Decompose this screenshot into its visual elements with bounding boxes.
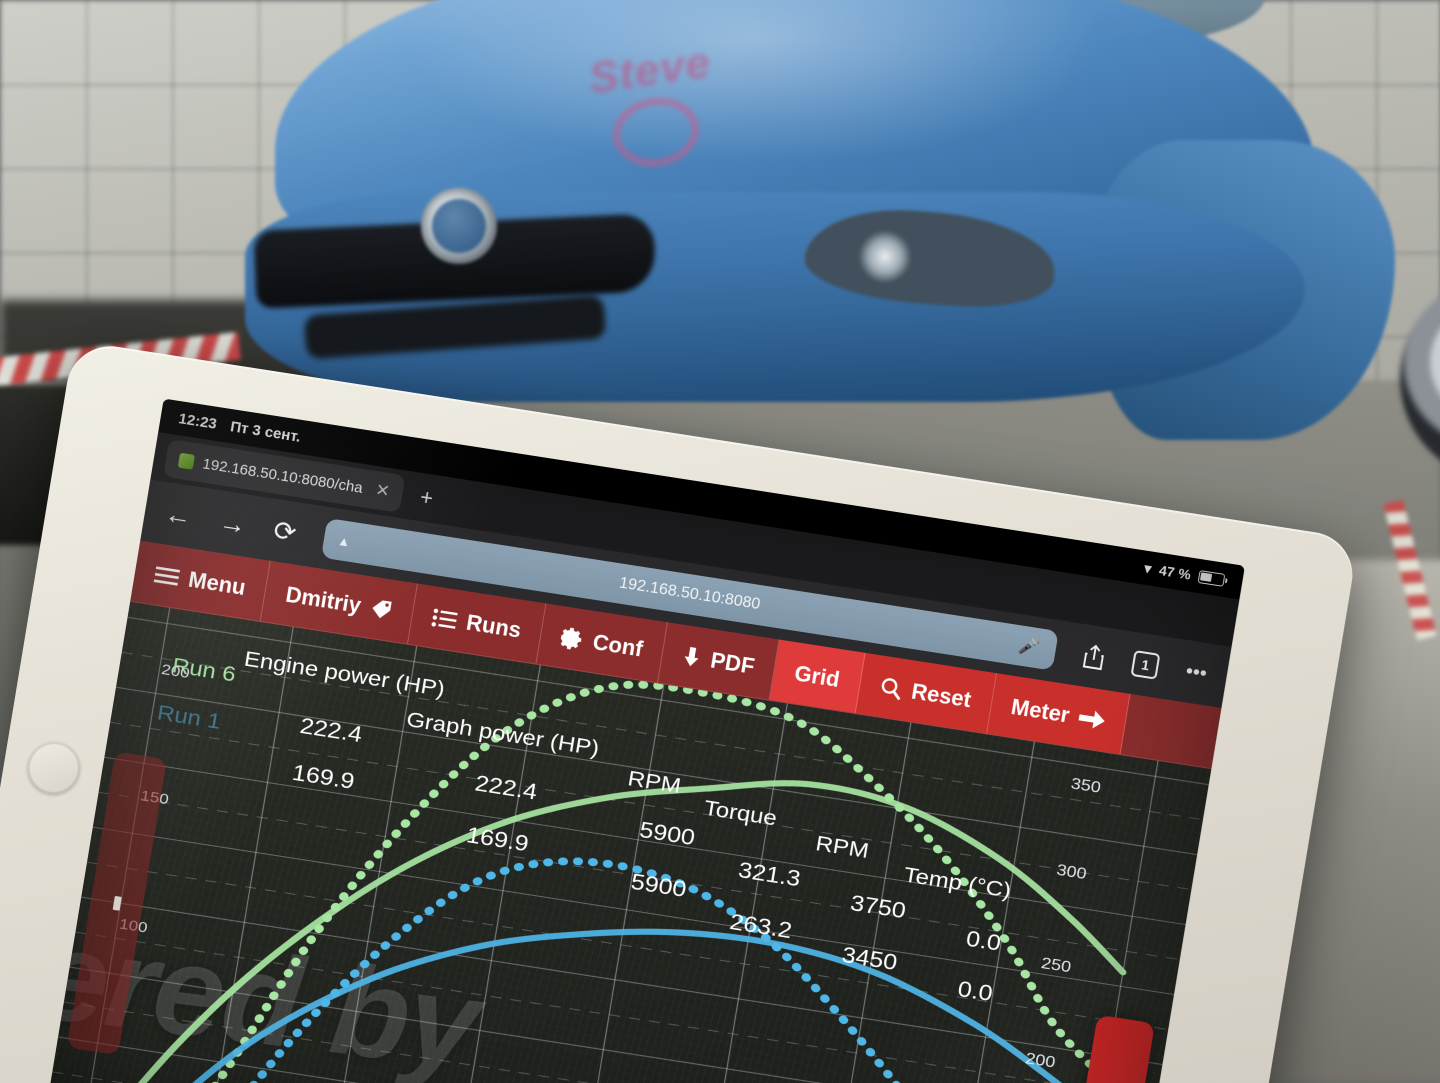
- y-tick-left: 200: [160, 662, 191, 682]
- arrow-right-icon: [1078, 710, 1105, 729]
- table-cell: 169.9: [291, 760, 357, 793]
- battery-percent: 47 %: [1157, 561, 1193, 583]
- table-header: Graph power (HP): [405, 708, 601, 761]
- list-icon: [431, 608, 459, 629]
- battery-icon: [1197, 569, 1226, 587]
- user-button-label: Dmitriy: [283, 581, 363, 618]
- y-tick-right: 200: [1024, 1049, 1057, 1071]
- more-options-icon[interactable]: •••: [1184, 660, 1208, 686]
- address-bar-text: 192.168.50.10:8080: [618, 574, 762, 614]
- runs-button-label: Runs: [464, 609, 524, 643]
- y-tick-right: 250: [1040, 954, 1073, 976]
- hamburger-icon: [153, 565, 181, 586]
- reload-icon[interactable]: ⟳: [271, 515, 298, 548]
- back-icon[interactable]: ←: [163, 498, 195, 532]
- table-cell: 0.0: [964, 926, 1002, 955]
- download-icon: [685, 646, 699, 666]
- vw-badge-icon: [421, 188, 497, 264]
- reset-button-label: Reset: [909, 678, 974, 712]
- table-header: RPM: [814, 831, 870, 862]
- y-tick-right: 300: [1055, 861, 1088, 883]
- table-cell: 3450: [840, 943, 899, 975]
- microphone-icon[interactable]: 🎤: [1017, 635, 1041, 658]
- conf-button-label: Conf: [591, 628, 645, 662]
- tab-count-button[interactable]: 1: [1130, 650, 1161, 680]
- table-cell: 5900: [638, 817, 697, 849]
- table-cell: 0.0: [956, 977, 994, 1006]
- table-cell: 169.9: [465, 822, 531, 855]
- menu-button-label: Menu: [186, 566, 248, 600]
- table-cell: 5900: [629, 869, 688, 901]
- meter-button-label: Meter: [1009, 693, 1072, 728]
- page-settings-icon[interactable]: ▲: [336, 532, 351, 549]
- table-header: Engine power (HP): [243, 647, 447, 701]
- handle-grip-icon: [112, 895, 122, 911]
- wifi-icon: ▾: [1143, 559, 1153, 577]
- grid-button[interactable]: Grid: [770, 639, 866, 714]
- table-cell: 321.3: [737, 857, 803, 890]
- leaf-icon: [177, 452, 196, 470]
- gear-icon: [559, 627, 582, 650]
- table-cell: 3750: [849, 891, 908, 923]
- table-cell: 222.4: [298, 713, 364, 746]
- new-tab-button[interactable]: +: [404, 482, 449, 514]
- table-header: Torque: [702, 796, 778, 830]
- close-icon[interactable]: ✕: [374, 480, 391, 502]
- forward-icon[interactable]: →: [217, 506, 249, 540]
- grid-button-label: Grid: [792, 659, 842, 692]
- search-icon: [881, 677, 900, 700]
- share-icon[interactable]: [1081, 642, 1107, 671]
- tag-icon: [372, 599, 392, 618]
- status-date: Пт 3 сент.: [229, 417, 302, 446]
- table-cell: 222.4: [473, 771, 539, 804]
- pdf-button-label: PDF: [708, 646, 757, 679]
- y-tick-right: 350: [1070, 774, 1103, 796]
- status-time: 12:23: [177, 409, 219, 433]
- screenshot-root: Steve 12:23 Пт 3 сент. ▾ 47 % 192.168.50…: [0, 0, 1440, 1083]
- run-legend-label: Run 1: [156, 701, 223, 734]
